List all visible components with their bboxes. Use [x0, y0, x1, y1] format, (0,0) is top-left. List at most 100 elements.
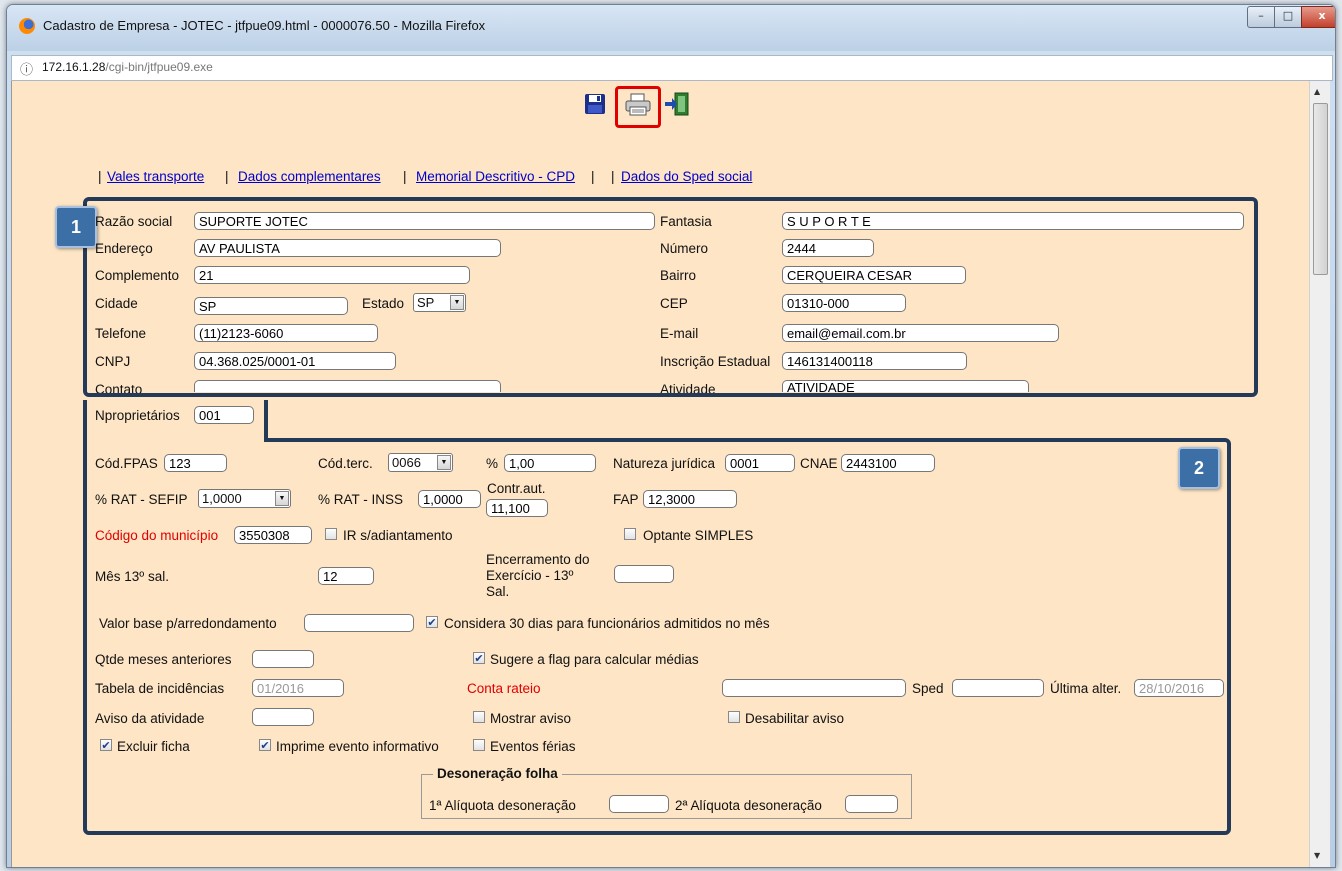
cod-fpas-label: Cód.FPAS — [95, 456, 158, 471]
nav-separator: | — [403, 169, 407, 184]
aliquota-2-field[interactable] — [845, 795, 898, 813]
conta-rateio-field[interactable] — [722, 679, 906, 697]
email-field[interactable]: email@email.com.br — [782, 324, 1059, 342]
cidade-field[interactable]: SP — [194, 297, 348, 315]
imprime-evento-label: Imprime evento informativo — [276, 739, 439, 754]
encerramento-field[interactable] — [614, 565, 674, 583]
estado-select[interactable]: SP ▼ — [413, 293, 466, 312]
natureza-juridica-field[interactable]: 0001 — [725, 454, 795, 472]
nproprietarios-field[interactable]: 001 — [194, 406, 254, 424]
fantasia-field[interactable]: S U P O R T E — [782, 212, 1244, 230]
encerramento-label-3: Sal. — [486, 584, 510, 599]
scroll-thumb[interactable] — [1313, 103, 1328, 275]
exit-button[interactable] — [664, 91, 690, 117]
cnpj-label: CNPJ — [95, 354, 131, 369]
mostrar-aviso-checkbox[interactable] — [473, 711, 485, 723]
natureza-juridica-label: Natureza jurídica — [613, 456, 716, 471]
telefone-label: Telefone — [95, 326, 147, 341]
chevron-down-icon: ▼ — [437, 455, 451, 470]
razao-social-field[interactable]: SUPORTE JOTEC — [194, 212, 655, 230]
nav-separator: | — [611, 169, 615, 184]
aliquota-1-label: 1ª Alíquota desoneração — [429, 798, 576, 813]
scroll-up-icon[interactable]: ▲ — [1314, 87, 1320, 96]
scroll-down-icon[interactable]: ▼ — [1314, 851, 1320, 860]
cnpj-field[interactable]: 04.368.025/0001-01 — [194, 352, 396, 370]
sugere-flag-checkbox[interactable]: ✔ — [473, 652, 485, 664]
excluir-ficha-checkbox[interactable]: ✔ — [100, 739, 112, 751]
cep-label: CEP — [660, 296, 688, 311]
print-button[interactable] — [625, 93, 651, 117]
ultima-alter-field[interactable]: 28/10/2016 — [1134, 679, 1224, 697]
mostrar-aviso-label: Mostrar aviso — [490, 711, 572, 726]
bairro-field[interactable]: CERQUEIRA CESAR — [782, 266, 966, 284]
percent-field[interactable]: 1,00 — [504, 454, 596, 472]
close-button[interactable]: x — [1301, 6, 1335, 28]
section-2-badge: 2 — [1178, 447, 1220, 489]
link-dados-complementares[interactable]: Dados complementares — [238, 169, 381, 184]
numero-field[interactable]: 2444 — [782, 239, 874, 257]
url-text[interactable]: 172.16.1.28/cgi-bin/jtfpue09.exe — [42, 60, 213, 74]
section-1-badge: 1 — [55, 206, 97, 248]
eventos-ferias-checkbox[interactable] — [473, 739, 485, 751]
complemento-field[interactable]: 21 — [194, 266, 470, 284]
aviso-atividade-field[interactable] — [252, 708, 314, 726]
telefone-field[interactable]: (11)2123-6060 — [194, 324, 378, 342]
ir-adiantamento-checkbox[interactable] — [325, 528, 337, 540]
cod-terc-select[interactable]: 0066 ▼ — [388, 453, 453, 472]
percent-label: % — [486, 456, 499, 471]
razao-social-label: Razão social — [95, 214, 173, 229]
optante-simples-checkbox[interactable] — [624, 528, 636, 540]
desabilitar-aviso-label: Desabilitar aviso — [745, 711, 845, 726]
aviso-atividade-label: Aviso da atividade — [95, 711, 205, 726]
optante-simples-label: Optante SIMPLES — [643, 528, 754, 543]
desabilitar-aviso-checkbox[interactable] — [728, 711, 740, 723]
printer-icon — [625, 93, 651, 116]
email-label: E-mail — [660, 326, 699, 341]
link-dados-sped-social[interactable]: Dados do Sped social — [621, 169, 752, 184]
chevron-down-icon: ▼ — [450, 295, 464, 310]
fap-label: FAP — [613, 492, 639, 507]
save-button[interactable] — [584, 93, 606, 115]
valor-base-field[interactable] — [304, 614, 414, 632]
tabela-incidencias-field[interactable]: 01/2016 — [252, 679, 344, 697]
floppy-save-icon — [585, 94, 605, 114]
cidade-label: Cidade — [95, 296, 138, 311]
atividade-field[interactable]: ATIVIDADE — [782, 380, 1029, 392]
numero-label: Número — [660, 241, 709, 256]
contr-aut-field[interactable]: 11,100 — [486, 499, 548, 517]
tabela-incidencias-label: Tabela de incidências — [95, 681, 225, 696]
rat-inss-field[interactable]: 1,0000 — [418, 490, 481, 508]
imprime-evento-checkbox[interactable]: ✔ — [259, 739, 271, 751]
minimize-button[interactable]: – — [1247, 6, 1275, 28]
atividade-label: Atividade — [660, 382, 716, 393]
address-bar[interactable]: ⓘ 172.16.1.28/cgi-bin/jtfpue09.exe — [11, 55, 1333, 81]
exit-door-icon — [665, 92, 689, 116]
vertical-scrollbar[interactable]: ▲ ▼ — [1309, 81, 1330, 867]
sped-field[interactable] — [952, 679, 1044, 697]
cod-terc-label: Cód.terc. — [318, 456, 373, 471]
cep-field[interactable]: 01310-000 — [782, 294, 906, 312]
link-vales-transporte[interactable]: Vales transporte — [107, 169, 204, 184]
info-icon[interactable]: ⓘ — [20, 59, 33, 78]
nproprietarios-label: Nproprietários — [95, 408, 180, 423]
mes-13-field[interactable]: 12 — [318, 567, 374, 585]
considera-30-dias-label: Considera 30 dias para funcionários admi… — [444, 616, 770, 631]
endereco-field[interactable]: AV PAULISTA — [194, 239, 501, 257]
contato-field[interactable] — [194, 380, 501, 392]
cod-fpas-field[interactable]: 123 — [164, 454, 227, 472]
link-memorial-descritivo[interactable]: Memorial Descritivo - CPD — [416, 169, 575, 184]
considera-30-dias-checkbox[interactable]: ✔ — [426, 616, 438, 628]
inscricao-estadual-field[interactable]: 146131400118 — [782, 352, 967, 370]
aliquota-1-field[interactable] — [609, 795, 669, 813]
title-bar: Cadastro de Empresa - JOTEC - jtfpue09.h… — [7, 5, 1335, 51]
browser-window: Cadastro de Empresa - JOTEC - jtfpue09.h… — [6, 4, 1336, 868]
contato-label: Contato — [95, 382, 143, 393]
qtde-meses-field[interactable] — [252, 650, 314, 668]
cnae-field[interactable]: 2443100 — [841, 454, 935, 472]
maximize-button[interactable]: □ — [1274, 6, 1302, 28]
fap-field[interactable]: 12,3000 — [643, 490, 737, 508]
codigo-municipio-field[interactable]: 3550308 — [234, 526, 312, 544]
conta-rateio-label: Conta rateio — [467, 681, 541, 696]
rat-sefip-select[interactable]: 1,0000 ▼ — [198, 489, 291, 508]
complemento-label: Complemento — [95, 268, 180, 283]
